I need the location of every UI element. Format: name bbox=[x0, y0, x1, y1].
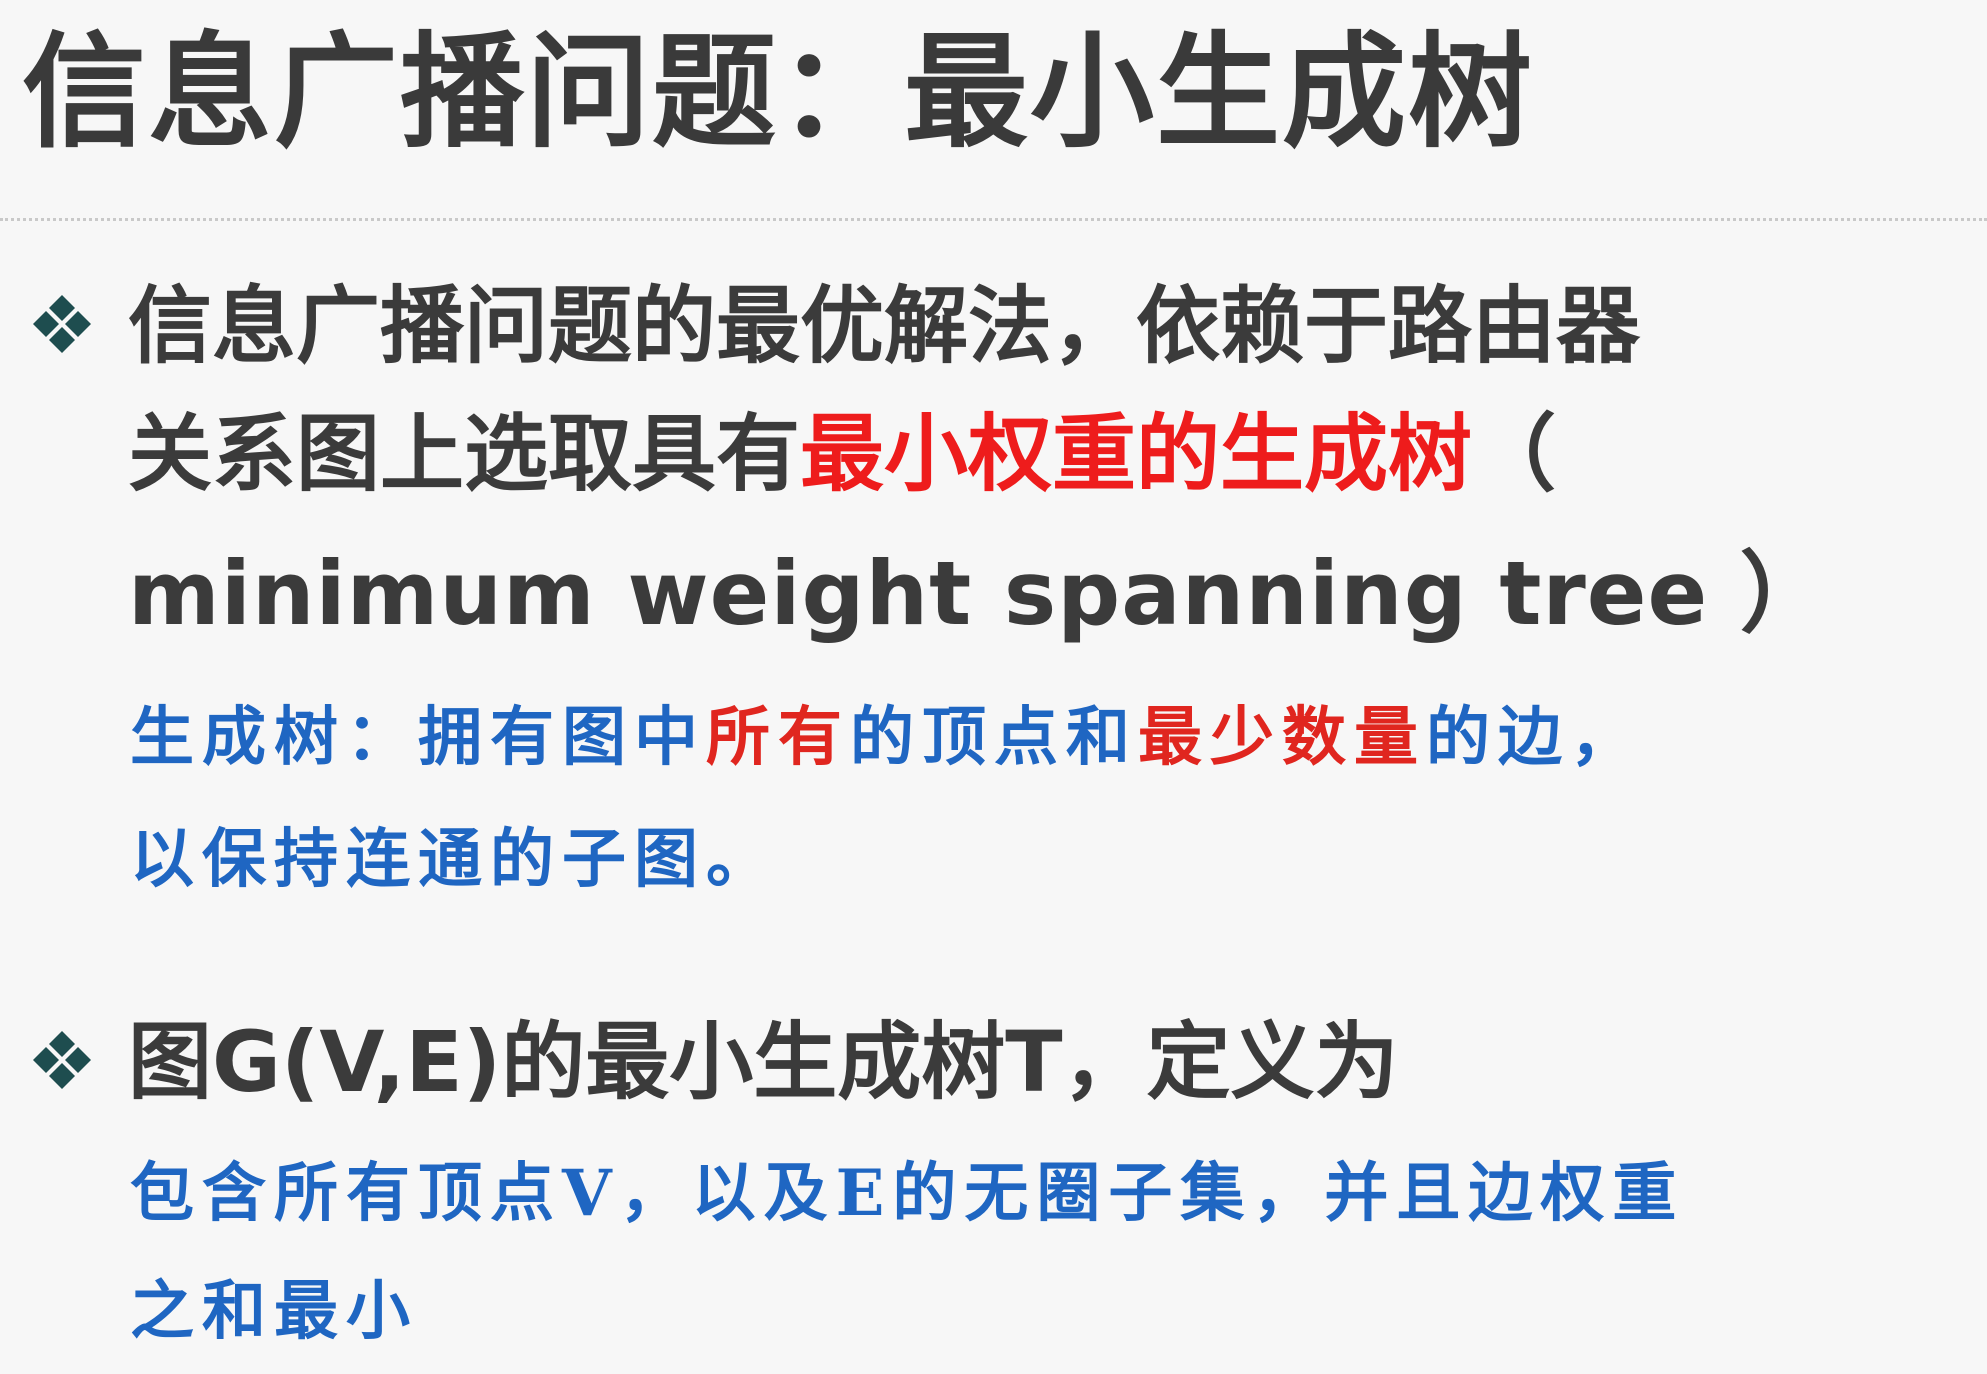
point1-line3: minimum weight spanning tree ） bbox=[128, 542, 1829, 645]
point1-line2-post: （ bbox=[1472, 405, 1557, 503]
note1-line1: 生成树：拥有图中所有的顶点和最少数量的边， bbox=[130, 676, 1642, 800]
note1-part-d: 最少数量 bbox=[1138, 700, 1426, 775]
point1-line1: 信息广播问题的最优解法，依赖于路由器 bbox=[128, 277, 1641, 375]
point2-line1: 图G(V,E)的最小生成树T，定义为 bbox=[128, 1013, 1399, 1111]
point1-line2-pre: 关系图上选取具有 bbox=[128, 405, 801, 503]
title-divider bbox=[0, 218, 1987, 221]
note2-line2: 之和最小 bbox=[130, 1274, 418, 1349]
diamond-bullet-icon bbox=[30, 292, 94, 356]
note1-part-a: 生成树：拥有图中 bbox=[130, 700, 706, 775]
note1-part-e: 的边， bbox=[1426, 700, 1642, 775]
slide-title: 信息广播问题：最小生成树 bbox=[22, 21, 1535, 165]
diamond-bullet-icon bbox=[30, 1028, 94, 1092]
point1-line2: 关系图上选取具有最小权重的生成树（ bbox=[128, 390, 1556, 518]
note1-line2: 以保持连通的子图。 bbox=[130, 822, 778, 897]
note1-part-b: 所有 bbox=[706, 700, 850, 775]
note2-line1: 包含所有顶点V，以及E的无圈子集，并且边权重 bbox=[130, 1156, 1685, 1231]
point1-line2-highlight: 最小权重的生成树 bbox=[800, 405, 1473, 503]
note1-part-c: 的顶点和 bbox=[850, 700, 1138, 775]
